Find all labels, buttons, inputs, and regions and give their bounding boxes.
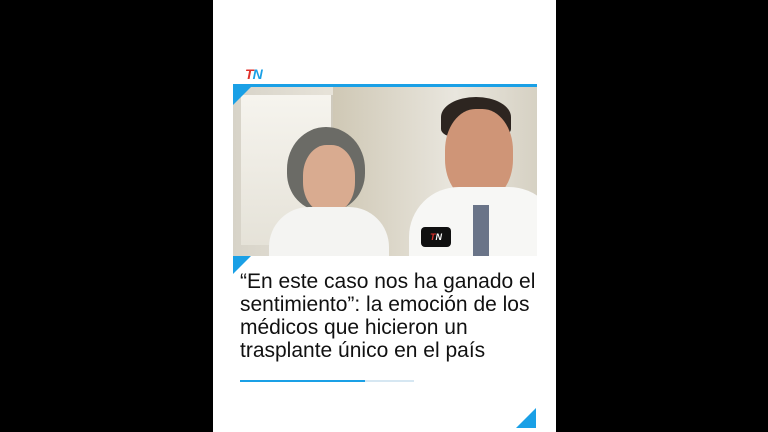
doctor-woman-face xyxy=(303,145,355,213)
mic-logo-n: N xyxy=(435,232,443,242)
video-frame-image[interactable]: TN xyxy=(233,84,537,256)
news-card: TN TN “En este caso nos ha ganado el sen… xyxy=(213,0,556,432)
headline-text: “En este caso nos ha ganado el sentimien… xyxy=(240,270,536,362)
progress-fill xyxy=(240,380,366,382)
tn-logo: TN xyxy=(245,66,263,82)
doctor-man-tie xyxy=(473,205,489,256)
doctor-woman-coat xyxy=(269,207,389,256)
logo-letter-n: N xyxy=(252,66,263,82)
bottom-corner-accent xyxy=(516,408,536,428)
progress-track xyxy=(240,380,414,382)
frame-corner-accent xyxy=(233,87,251,105)
logo-letter-t: T xyxy=(245,66,254,82)
tn-microphone: TN xyxy=(421,227,451,247)
